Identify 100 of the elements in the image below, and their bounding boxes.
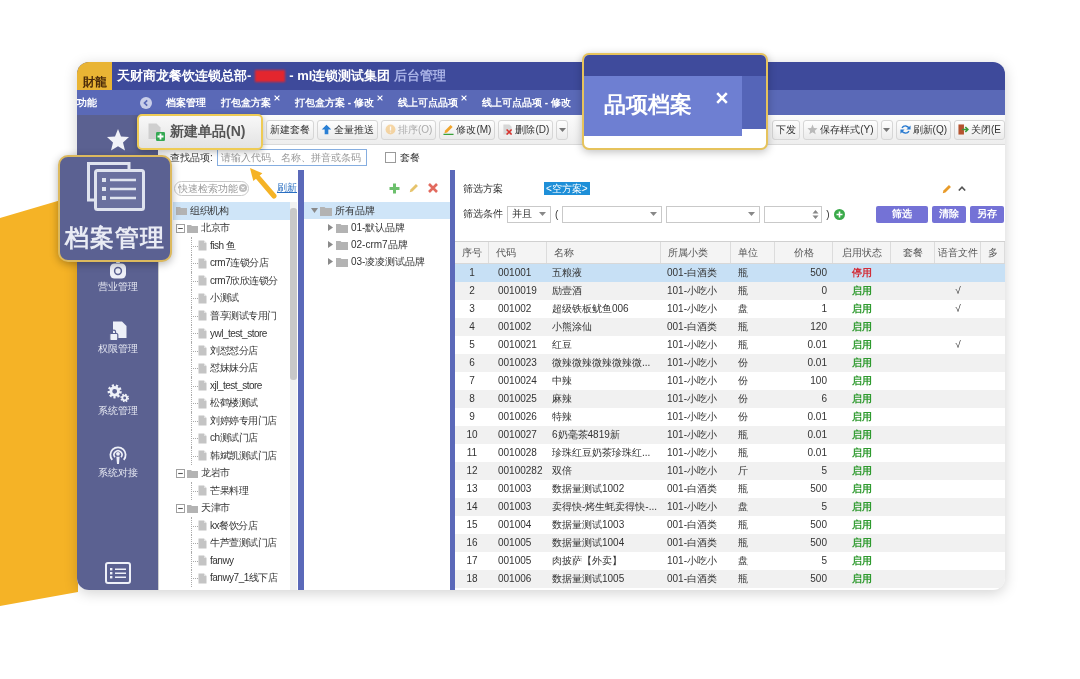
document-lock-icon[interactable]	[108, 321, 127, 341]
star-icon[interactable]	[105, 128, 130, 152]
number-field[interactable]	[764, 205, 823, 223]
tree-item[interactable]: 龙岩市	[173, 464, 290, 482]
tree-item[interactable]: fanwy	[173, 552, 290, 570]
tree-item[interactable]: fanwy7_1线下店	[173, 569, 290, 587]
caret-right-icon[interactable]	[327, 241, 333, 248]
tree-item[interactable]: 北京市	[173, 219, 290, 237]
tree-item[interactable]: kx餐饮分店	[173, 517, 290, 535]
caret-up-icon[interactable]	[958, 186, 966, 191]
scrollbar[interactable]	[290, 202, 297, 590]
column-header[interactable]: 所属小类	[661, 242, 731, 263]
pencil-icon[interactable]	[942, 183, 952, 194]
search-field[interactable]: 请输入代码、名称、拼音或条码	[216, 149, 367, 166]
new-item-button[interactable]: 新建单品(N)	[137, 114, 263, 150]
tab[interactable]: 线上可点品项	[391, 90, 471, 115]
tree-item[interactable]: 03-凌凌测试品牌	[304, 253, 450, 270]
caret-down-icon[interactable]	[310, 208, 318, 213]
column-header[interactable]: 代码	[489, 242, 547, 263]
dropdown-button[interactable]	[880, 119, 893, 140]
column-header[interactable]: 语音文件	[935, 242, 981, 263]
tree-item[interactable]: 怼妹妹分店	[173, 359, 290, 377]
tree-item[interactable]: 小测试	[173, 289, 290, 307]
scheme-badge[interactable]: <空方案>	[544, 182, 590, 195]
toolbar-button[interactable]: 新建套餐	[266, 119, 314, 140]
tree-item[interactable]: fish 鱼	[173, 237, 290, 255]
bag-icon[interactable]	[108, 259, 127, 279]
table-row[interactable]: 8 0010025 麻辣 101-小吃小 份 6 启用	[455, 390, 1005, 408]
close-icon[interactable]	[376, 95, 383, 101]
tab[interactable]: 品项档案	[584, 76, 742, 136]
column-header[interactable]: 单位	[731, 242, 775, 263]
caret-down-icon[interactable]	[748, 212, 756, 216]
tree-item[interactable]: 01-默认品牌	[304, 219, 450, 236]
field-select[interactable]	[562, 205, 663, 223]
close-icon[interactable]	[274, 95, 280, 101]
table-row[interactable]: 2 0010019 励壹酒 101-小吃小 瓶 0 启用 √	[455, 282, 1005, 300]
checkbox[interactable]	[384, 152, 396, 163]
caret-right-icon[interactable]	[327, 258, 333, 265]
tree-item[interactable]: 刘婷婷专用门店	[173, 412, 290, 430]
caret-down-icon[interactable]	[650, 212, 658, 216]
tree-item[interactable]: xjl_test_store	[173, 377, 290, 395]
refresh-button[interactable]: 刷新(Q)	[895, 119, 951, 140]
column-header[interactable]: 价格	[775, 242, 833, 263]
tree-item[interactable]: 牛芦萱测试门店	[173, 534, 290, 552]
spinner-icon[interactable]	[812, 208, 820, 220]
arrow-up-icon[interactable]	[321, 124, 332, 135]
broadcast-icon[interactable]	[108, 445, 127, 465]
tree-item[interactable]: ywl_test_store	[173, 324, 290, 342]
tab[interactable]: 档案管理	[160, 90, 210, 115]
push-button[interactable]: 全量推送	[317, 119, 378, 140]
filter-button[interactable]: 清除	[932, 205, 966, 223]
refresh-link[interactable]: 刷新	[277, 181, 297, 195]
tree-item[interactable]: 组织机构	[173, 202, 290, 220]
menu-label[interactable]: 功能	[77, 95, 97, 110]
exit-icon[interactable]	[958, 124, 969, 135]
tree-item[interactable]: crm7欣欣连锁分	[173, 272, 290, 290]
tab[interactable]: 打包盒方案	[215, 90, 284, 115]
tree-item[interactable]: 所有品牌	[304, 202, 450, 219]
filter-button[interactable]: 筛选	[876, 205, 928, 223]
list-icon[interactable]	[104, 562, 131, 584]
column-header[interactable]: 启用状态	[833, 242, 891, 263]
tree-item[interactable]: 天津市	[173, 499, 290, 517]
checkbox-label[interactable]: 套餐	[399, 150, 420, 165]
refresh-icon[interactable]	[899, 124, 911, 135]
tree-item[interactable]: crm7连锁分店	[173, 254, 290, 272]
tree-item[interactable]: 普享测试专用门	[173, 307, 290, 325]
column-header[interactable]: 多	[981, 242, 1005, 263]
table-row[interactable]: 4 001002 小熊涂仙 001-白酒类 瓶 120 启用	[455, 318, 1005, 336]
collapse-icon[interactable]	[176, 468, 185, 478]
table-row[interactable]: 10 0010027 6奶毫茶4819新 101-小吃小 瓶 0.01 启用	[455, 426, 1005, 444]
sidebar-item[interactable]: 系统对接	[97, 445, 138, 479]
document-plus-icon[interactable]	[147, 123, 165, 141]
table-row[interactable]: 16 001005 数据量测试1004 001-白酒类 瓶 500 启用	[455, 534, 1005, 552]
sidebar-item[interactable]: 系统管理	[97, 383, 138, 417]
tab[interactable]: 线上可点品项 - 修改	[475, 90, 575, 115]
pencil-icon[interactable]	[443, 124, 455, 135]
tab[interactable]: 打包盒方案 - 修改	[289, 90, 387, 115]
clear-icon[interactable]	[239, 184, 247, 192]
caret-down-icon[interactable]	[883, 127, 891, 132]
tree-item[interactable]: 刘怼怼分店	[173, 342, 290, 360]
star-icon[interactable]	[807, 124, 819, 135]
close-icon[interactable]	[460, 95, 467, 101]
column-header[interactable]: 套餐	[891, 242, 935, 263]
cross-icon[interactable]	[428, 183, 438, 193]
gears-icon[interactable]	[105, 383, 130, 403]
table-row[interactable]: 18 001006 数据量测试1005 001-白酒类 瓶 500 启用	[455, 570, 1005, 588]
sidebar-item[interactable]: 权限管理	[97, 321, 138, 355]
table-row[interactable]: 6 0010023 微辣微辣微辣微辣微... 101-小吃小 份 0.01 启用	[455, 354, 1005, 372]
scrollbar-thumb[interactable]	[290, 208, 297, 380]
tree-item[interactable]: ch测试门店	[173, 429, 290, 447]
save-style-button[interactable]: 保存样式(Y)	[803, 119, 878, 140]
table-row[interactable]: 1 001001 五粮液 001-白酒类 瓶 500 停用	[455, 264, 1005, 282]
plus-icon[interactable]	[389, 182, 400, 194]
filter-button[interactable]: 另存	[970, 205, 1004, 223]
collapse-icon[interactable]	[176, 503, 185, 513]
caret-right-icon[interactable]	[327, 224, 333, 231]
close-icon[interactable]	[716, 92, 728, 104]
tree-item[interactable]: 韩斌凯测试门店	[173, 447, 290, 465]
table-row[interactable]: 12 00100282 双倍 101-小吃小 斤 5 启用	[455, 462, 1005, 480]
column-header[interactable]: 名称	[547, 242, 661, 263]
